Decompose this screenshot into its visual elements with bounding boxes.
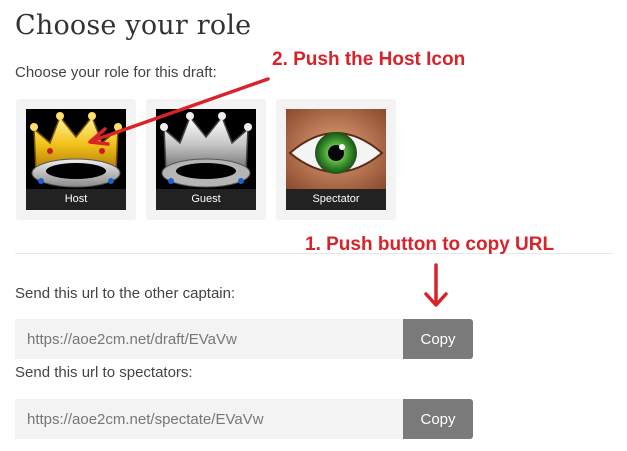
role-label-spectator: Spectator [286,189,386,210]
spectator-url-input[interactable] [15,399,403,439]
annotation-step-2: 2. Push the Host Icon [272,49,466,70]
gold-crown-icon [30,112,122,188]
role-card-guest[interactable]: Guest [146,99,266,220]
eye-icon [286,109,386,189]
role-card-host[interactable]: Host [16,99,136,220]
role-label-host: Host [26,189,126,210]
arrow-to-copy-button [424,263,448,307]
spectator-image: Spectator [286,109,386,210]
page-title: Choose your role [15,10,252,41]
annotation-step-1: 1. Push button to copy URL [305,234,555,255]
role-card-spectator[interactable]: Spectator [276,99,396,220]
copy-captain-url-button[interactable]: Copy [403,319,473,359]
guest-image: Guest [156,109,256,210]
captain-url-input[interactable] [15,319,403,359]
page-subtitle: Choose your role for this draft: [15,64,217,81]
silver-crown-icon [160,112,252,188]
copy-spectator-url-button[interactable]: Copy [403,399,473,439]
captain-url-label: Send this url to the other captain: [15,285,236,302]
role-label-guest: Guest [156,189,256,210]
host-image: Host [26,109,126,210]
spectator-url-label: Send this url to spectators: [15,364,193,381]
